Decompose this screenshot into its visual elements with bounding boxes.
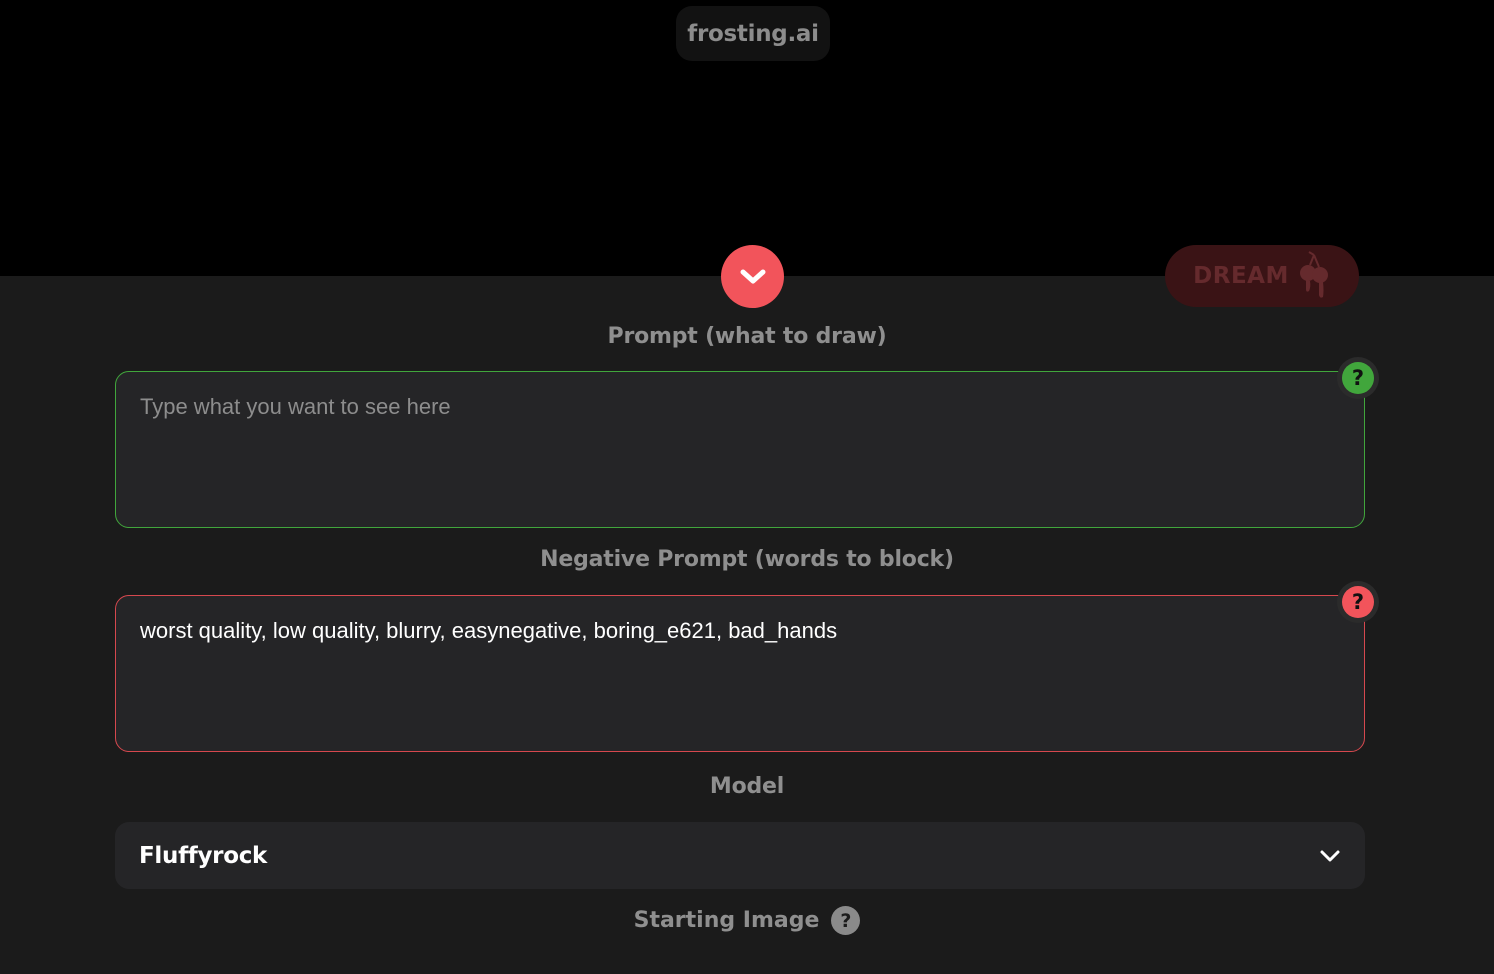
question-icon: ? (1342, 586, 1374, 618)
negative-prompt-input[interactable]: worst quality, low quality, blurry, easy… (115, 595, 1365, 752)
dream-button-label: DREAM (1193, 263, 1289, 289)
dream-button[interactable]: DREAM (1165, 245, 1359, 307)
cherries-icon (1299, 251, 1328, 298)
chevron-down-icon (1320, 850, 1340, 861)
prompt-help-button[interactable]: ? (1337, 357, 1379, 399)
model-selected-value: Fluffyrock (139, 842, 268, 869)
chevron-down-icon (740, 269, 765, 283)
question-icon: ? (1342, 362, 1374, 394)
starting-image-help-icon[interactable]: ? (831, 906, 861, 935)
model-select[interactable]: Fluffyrock (115, 822, 1365, 889)
prompt-input[interactable] (115, 371, 1365, 528)
model-label: Model (709, 774, 785, 799)
prompt-label: Prompt (what to draw) (607, 324, 887, 349)
collapse-panel-button[interactable] (721, 245, 784, 308)
brand-logo[interactable]: frosting.ai (676, 6, 830, 61)
negative-prompt-help-button[interactable]: ? (1337, 581, 1379, 623)
starting-image-row: Starting Image ? (0, 906, 1494, 935)
starting-image-label: Starting Image (633, 908, 820, 933)
negative-prompt-label: Negative Prompt (words to block) (540, 547, 954, 572)
